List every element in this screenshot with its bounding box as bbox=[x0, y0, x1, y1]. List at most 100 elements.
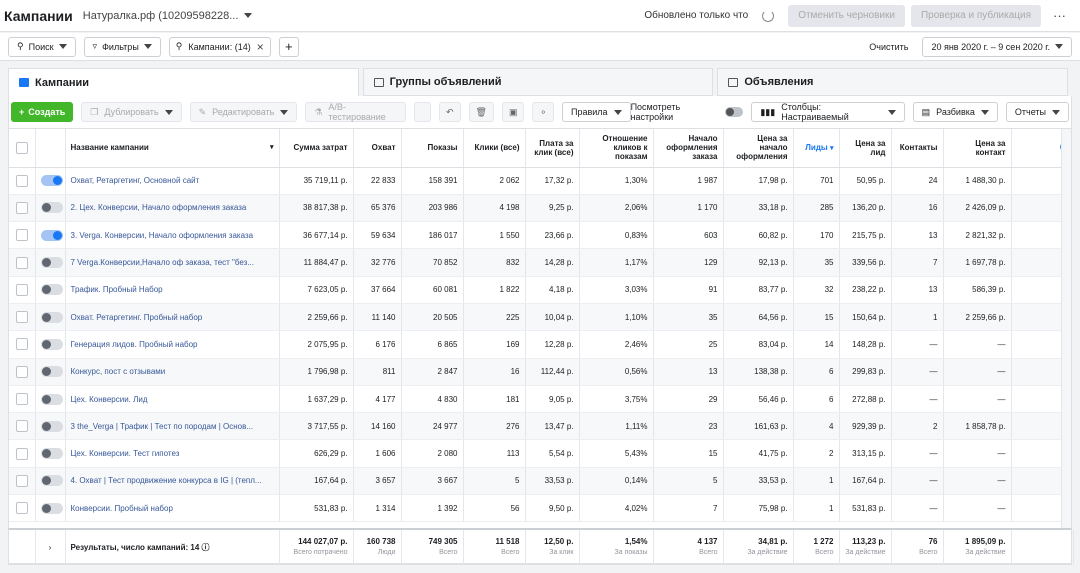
row-select-cell[interactable] bbox=[9, 494, 36, 523]
row-checkbox[interactable] bbox=[15, 393, 28, 406]
refresh-icon[interactable] bbox=[762, 9, 775, 22]
row-toggle-cell[interactable] bbox=[35, 467, 66, 496]
table-row[interactable]: Конкурс, пост с отзывами 1 796,98 р. 811 2 … bbox=[9, 358, 1071, 386]
tab-ads[interactable]: Объявления bbox=[717, 68, 1069, 96]
preview-icon[interactable]: ▣ bbox=[501, 102, 525, 122]
col-ctr[interactable]: Отношение кликов к показам bbox=[579, 129, 654, 168]
campaign-name-link[interactable]: Трафик. Пробный Набор bbox=[65, 276, 280, 304]
campaign-toggle[interactable] bbox=[40, 284, 63, 296]
row-toggle-cell[interactable] bbox=[35, 167, 66, 195]
view-settings-toggle[interactable] bbox=[724, 107, 744, 117]
table-row[interactable]: Конверсии. Пробный набор 531,83 р. 1 314 1 … bbox=[9, 494, 1071, 523]
campaign-filter-chip[interactable]: ⚲ Кампании: (14) × bbox=[168, 36, 271, 57]
add-filter-button[interactable]: + bbox=[278, 36, 299, 57]
date-range-picker[interactable]: 20 янв 2020 г. – 9 сен 2020 г. bbox=[922, 36, 1072, 57]
row-toggle-cell[interactable] bbox=[35, 358, 66, 386]
expand-icon[interactable]: › bbox=[35, 530, 66, 564]
table-row[interactable]: 2. Цех. Конверсии, Начало оформления зак… bbox=[9, 194, 1071, 223]
blank-button[interactable] bbox=[414, 102, 431, 122]
edit-button[interactable]: ✎ Редактировать bbox=[189, 102, 298, 122]
view-settings[interactable]: Посмотреть настройки bbox=[631, 102, 744, 122]
row-checkbox[interactable] bbox=[15, 229, 28, 242]
campaign-toggle[interactable] bbox=[40, 448, 63, 460]
row-toggle-cell[interactable] bbox=[35, 248, 66, 277]
col-campaign-name[interactable]: Название кампании ▾ bbox=[65, 129, 280, 168]
review-publish-button[interactable]: Проверка и публикация bbox=[910, 4, 1041, 27]
create-button[interactable]: + Создать bbox=[11, 102, 74, 122]
row-checkbox[interactable] bbox=[15, 474, 28, 487]
row-select-cell[interactable] bbox=[9, 385, 36, 414]
table-row[interactable]: Трафик. Пробный Набор 7 623,05 р. 37 664 60… bbox=[9, 276, 1071, 304]
campaign-toggle[interactable] bbox=[40, 338, 63, 350]
ab-test-button[interactable]: ⚗ A/B-тестирование bbox=[305, 102, 407, 122]
row-checkbox[interactable] bbox=[15, 283, 28, 296]
table-row[interactable]: 4. Охват | Тест продвижение конкурса в I… bbox=[9, 467, 1071, 496]
col-leads[interactable]: Лиды ▾ bbox=[793, 129, 840, 168]
campaign-toggle[interactable] bbox=[40, 229, 63, 241]
table-row[interactable]: Цех. Конверсии. Лид 1 637,29 р. 4 177 4 830… bbox=[9, 385, 1071, 414]
col-clicks[interactable]: Клики (все) bbox=[463, 129, 526, 168]
breakdown-button[interactable]: ▤ Разбивка bbox=[912, 102, 998, 122]
row-checkbox[interactable] bbox=[15, 365, 28, 378]
table-row[interactable]: 3. Verga. Конверсии, Начало оформления з… bbox=[9, 221, 1071, 250]
tag-icon[interactable]: ⚬ bbox=[532, 102, 555, 122]
campaign-name-link[interactable]: 3. Verga. Конверсии, Начало оформления з… bbox=[65, 221, 280, 250]
trash-icon[interactable]: 🗑 bbox=[468, 102, 494, 122]
more-icon[interactable]: ··· bbox=[1047, 8, 1072, 23]
campaign-toggle[interactable] bbox=[40, 311, 63, 323]
clear-button[interactable]: Очистить bbox=[869, 42, 908, 52]
row-select-cell[interactable] bbox=[9, 358, 36, 386]
campaign-name-link[interactable]: Цех. Конверсии. Тест гипотез bbox=[65, 439, 280, 468]
col-reach[interactable]: Охват bbox=[353, 129, 402, 168]
table-row[interactable]: 3 the_Verga | Трафик | Тест по породам |… bbox=[9, 412, 1071, 441]
campaign-name-link[interactable]: Охват, Ретаргетинг, Основной сайт bbox=[65, 167, 280, 195]
row-select-cell[interactable] bbox=[9, 412, 36, 441]
col-cpl[interactable]: Цена за лид bbox=[839, 129, 892, 168]
row-checkbox[interactable] bbox=[15, 174, 28, 187]
row-toggle-cell[interactable] bbox=[35, 494, 66, 523]
table-row[interactable]: Цех. Конверсии. Тест гипотез 626,29 р. 1 6… bbox=[9, 439, 1071, 468]
campaign-toggle[interactable] bbox=[40, 393, 63, 405]
campaign-name-link[interactable]: Конверсии. Пробный набор bbox=[65, 494, 280, 523]
table-row[interactable]: Генерация лидов. Пробный набор 2 075,95 р… bbox=[9, 330, 1071, 359]
row-checkbox[interactable] bbox=[15, 338, 28, 351]
col-impressions[interactable]: Показы bbox=[401, 129, 464, 168]
row-toggle-cell[interactable] bbox=[35, 330, 66, 359]
undo-icon[interactable]: ↶ bbox=[438, 102, 461, 122]
col-cost-checkout[interactable]: Цена за начало оформления bbox=[723, 129, 794, 168]
close-icon[interactable]: × bbox=[257, 40, 264, 54]
row-toggle-cell[interactable] bbox=[35, 276, 66, 304]
col-cost-contact[interactable]: Цена за контакт bbox=[943, 129, 1012, 168]
row-select-cell[interactable] bbox=[9, 248, 36, 277]
row-toggle-cell[interactable] bbox=[35, 412, 66, 441]
row-select-cell[interactable] bbox=[9, 439, 36, 468]
tab-adsets[interactable]: Группы объявлений bbox=[362, 68, 714, 96]
campaign-name-link[interactable]: Конкурс, пост с отзывами bbox=[65, 358, 280, 386]
info-icon[interactable]: ⓘ bbox=[202, 543, 210, 552]
campaign-toggle[interactable] bbox=[40, 175, 63, 187]
campaign-name-link[interactable]: Генерация лидов. Пробный набор bbox=[65, 330, 280, 359]
row-toggle-cell[interactable] bbox=[35, 303, 66, 332]
row-checkbox[interactable] bbox=[15, 256, 28, 269]
tab-campaigns[interactable]: Кампании bbox=[8, 68, 359, 96]
row-select-cell[interactable] bbox=[9, 303, 36, 332]
filters-button[interactable]: ▿ Фильтры bbox=[83, 36, 161, 57]
campaign-name-link[interactable]: Охват. Ретаргетинг. Пробный набор bbox=[65, 303, 280, 332]
row-select-cell[interactable] bbox=[9, 467, 36, 496]
row-select-cell[interactable] bbox=[9, 276, 36, 304]
row-checkbox[interactable] bbox=[15, 447, 28, 460]
duplicate-button[interactable]: ❐ Дублировать bbox=[81, 102, 182, 122]
vertical-scrollbar[interactable] bbox=[1061, 129, 1071, 564]
campaign-toggle[interactable] bbox=[40, 257, 63, 269]
campaign-name-link[interactable]: 3 the_Verga | Трафик | Тест по породам |… bbox=[65, 412, 280, 441]
row-select-cell[interactable] bbox=[9, 330, 36, 359]
col-spend[interactable]: Сумма затрат bbox=[279, 129, 354, 168]
table-row[interactable]: Охват. Ретаргетинг. Пробный набор 2 259,6… bbox=[9, 303, 1071, 332]
rules-button[interactable]: Правила bbox=[562, 102, 631, 122]
row-checkbox[interactable] bbox=[15, 201, 28, 214]
campaign-name-link[interactable]: 7 Verga.Конверсии,Начало оф заказа, тест… bbox=[65, 248, 280, 277]
columns-button[interactable]: ▮▮▮ Столбцы: Настраиваемый bbox=[751, 102, 905, 122]
select-all-checkbox[interactable] bbox=[15, 141, 28, 154]
table-row[interactable]: 7 Verga.Конверсии,Начало оф заказа, тест… bbox=[9, 248, 1071, 277]
campaign-toggle[interactable] bbox=[40, 420, 63, 432]
